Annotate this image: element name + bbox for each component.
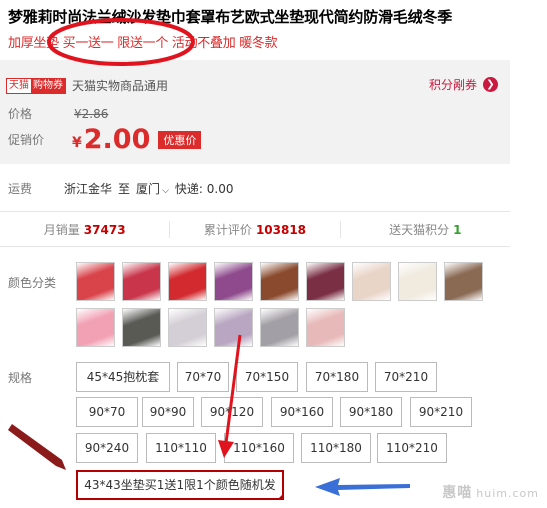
size-option-label: 45*45抱枕套 — [86, 370, 160, 384]
price-label: 价格 — [8, 107, 33, 121]
size-option-label: 90*90 — [149, 405, 187, 419]
size-option[interactable]: 90*240 — [76, 433, 138, 463]
color-swatch-lavender[interactable] — [214, 308, 253, 347]
size-option[interactable]: 110*110 — [146, 433, 216, 463]
size-option-label: 43*43坐垫买1送1限1个颜色随机发 — [84, 478, 276, 492]
size-option-label: 90*210 — [418, 405, 464, 419]
size-option-label: 110*180 — [310, 441, 362, 455]
promo-price: 2.00 — [83, 124, 151, 155]
promo-price-row: 促销价 ¥ 2.00 优惠价 — [8, 124, 202, 155]
selected-corner-icon — [277, 493, 284, 500]
tmall-coupon-badge: 天猫 购物券 — [6, 77, 66, 94]
size-option[interactable]: 90*160 — [271, 397, 333, 427]
size-option[interactable]: 110*160 — [224, 433, 294, 463]
size-option[interactable]: 70*70 — [177, 362, 229, 392]
size-option-label: 110*210 — [386, 441, 438, 455]
size-option-label: 90*240 — [84, 441, 130, 455]
original-price: ¥2.86 — [74, 106, 109, 121]
size-option[interactable]: 70*210 — [375, 362, 437, 392]
color-swatch-red[interactable] — [168, 262, 207, 301]
ship-from: 浙江金华 — [64, 182, 113, 196]
monthly-sales: 月销量 37473 — [0, 221, 169, 238]
badge-coupon: 购物券 — [31, 78, 65, 93]
divider — [0, 246, 510, 247]
promo-tag: 优惠价 — [158, 130, 202, 149]
color-label: 颜色分类 — [8, 276, 57, 290]
badge-tmall: 天猫 — [7, 78, 31, 93]
size-option-label: 110*110 — [155, 441, 207, 455]
product-title: 梦雅莉时尚法兰绒沙发垫巾套罩布艺欧式坐垫现代简约防滑毛绒冬季 — [8, 8, 453, 26]
size-option-label: 70*150 — [244, 370, 290, 384]
currency-symbol: ¥ — [72, 134, 82, 151]
review-count-label: 累计评价 — [203, 222, 252, 237]
color-swatch-wine[interactable] — [306, 262, 345, 301]
size-option-label: 90*160 — [279, 405, 325, 419]
size-option-label: 110*160 — [233, 441, 285, 455]
watermark: 惠喵 huim.com — [442, 482, 539, 502]
blue-arrow — [315, 478, 410, 496]
size-option[interactable]: 45*45抱枕套 — [76, 362, 170, 392]
size-option[interactable]: 70*150 — [236, 362, 298, 392]
size-option-label: 90*70 — [88, 405, 126, 419]
size-option-label: 90*180 — [348, 405, 394, 419]
tmall-points: 送天猫积分 1 — [339, 220, 510, 238]
dark-arrow — [8, 424, 66, 470]
size-option[interactable]: 43*43坐垫买1送1限1个颜色随机发 — [76, 470, 284, 500]
review-count-value: 103818 — [255, 222, 307, 237]
points-coupon-link[interactable]: 积分剐券 ❯ — [429, 76, 498, 93]
size-option[interactable]: 110*210 — [377, 433, 447, 463]
color-swatch-beige[interactable] — [352, 262, 391, 301]
size-option[interactable]: 90*120 — [201, 397, 263, 427]
size-option-label: 70*70 — [184, 370, 222, 384]
chevron-right-icon: ❯ — [483, 77, 498, 92]
size-label: 规格 — [8, 371, 33, 385]
color-swatch-grey[interactable] — [260, 308, 299, 347]
color-swatch-pink-red[interactable] — [76, 262, 115, 301]
tmall-points-label: 送天猫积分 — [389, 222, 450, 237]
size-option-label: 90*120 — [209, 405, 255, 419]
review-count[interactable]: 累计评价 103818 — [169, 220, 339, 238]
color-swatch-purple[interactable] — [214, 262, 253, 301]
size-option-label: 70*180 — [314, 370, 360, 384]
color-swatch-light-pink[interactable] — [306, 308, 345, 347]
coupon-row: 天猫 购物券 天猫实物商品通用 — [6, 77, 168, 94]
original-price-row: 价格 ¥2.86 — [8, 105, 108, 122]
size-option[interactable]: 90*90 — [142, 397, 194, 427]
watermark-text: 惠喵 — [442, 485, 473, 501]
promo-price-label: 促销价 — [8, 133, 45, 147]
color-swatch-coffee[interactable] — [444, 262, 483, 301]
price-panel: 天猫 购物券 天猫实物商品通用 积分剐券 ❯ 价格 ¥2.86 促销价 ¥ 2.… — [0, 60, 510, 164]
stats-bar: 月销量 37473 累计评价 103818 送天猫积分 1 — [0, 212, 510, 246]
chevron-down-icon: ⌵ — [162, 186, 169, 196]
size-option[interactable]: 70*180 — [306, 362, 368, 392]
monthly-sales-label: 月销量 — [43, 222, 80, 237]
coupon-description: 天猫实物商品通用 — [72, 79, 169, 93]
size-option[interactable]: 90*70 — [76, 397, 138, 427]
color-swatch-cream[interactable] — [398, 262, 437, 301]
shipping-label: 运费 — [8, 182, 33, 196]
size-option[interactable]: 90*210 — [410, 397, 472, 427]
ship-to-word: 至 — [118, 182, 131, 196]
shipping-row: 运费 浙江金华 至 厦门 ⌵ 快递: 0.00 — [8, 180, 233, 197]
points-coupon-label: 积分剐券 — [428, 78, 477, 92]
color-swatch-brown[interactable] — [260, 262, 299, 301]
size-option-label: 70*210 — [383, 370, 429, 384]
color-swatch-grey-white[interactable] — [168, 308, 207, 347]
watermark-domain: huim.com — [476, 487, 539, 500]
color-swatch-rose-red[interactable] — [122, 262, 161, 301]
tmall-points-value: 1 — [453, 222, 462, 237]
monthly-sales-value: 37473 — [83, 222, 126, 237]
product-subtitle: 加厚坐垫 买一送一 限送一个 活动不叠加 暖冬款 — [8, 36, 278, 51]
color-swatch-pink[interactable] — [76, 308, 115, 347]
destination-select[interactable]: 厦门 ⌵ — [136, 180, 169, 197]
color-swatch-pattern[interactable] — [122, 308, 161, 347]
size-option[interactable]: 90*180 — [340, 397, 402, 427]
size-option[interactable]: 110*180 — [301, 433, 371, 463]
destination-city: 厦门 — [136, 182, 161, 196]
shipping-fee: 快递: 0.00 — [174, 182, 234, 196]
